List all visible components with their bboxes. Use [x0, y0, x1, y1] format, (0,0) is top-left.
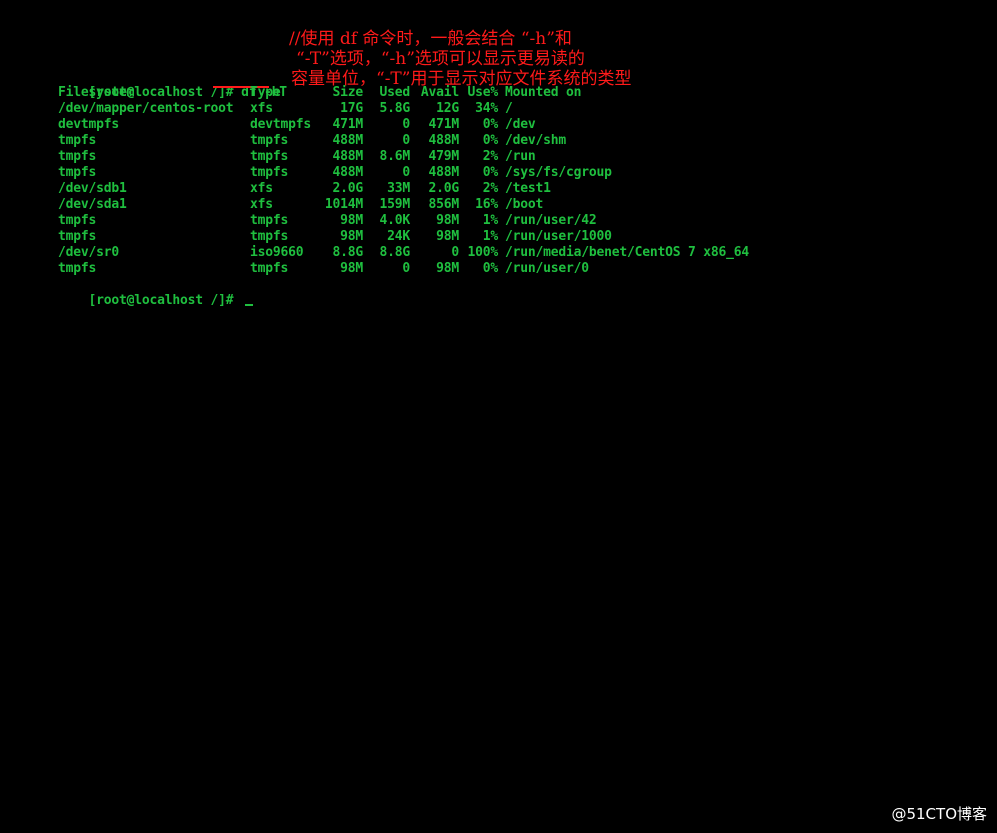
cell-used: 0	[402, 133, 410, 148]
cell-mounted-on: /test1	[505, 181, 551, 196]
cell-use-pct: 0%	[482, 133, 498, 148]
cell-size: 2.0G	[332, 181, 363, 196]
cell-mounted-on: /run/media/benet/CentOS 7 x86_64	[505, 245, 750, 260]
cell-used: 8.8G	[379, 245, 410, 260]
cell-used: 159M	[379, 197, 410, 212]
cell-size: 488M	[332, 133, 363, 148]
cell-mounted-on: /boot	[505, 197, 544, 212]
cell-used: 8.6M	[379, 149, 410, 164]
cell-use-pct: 0%	[482, 165, 498, 180]
cell-filesystem: tmpfs	[58, 261, 97, 276]
cell-use-pct: 34%	[475, 101, 498, 116]
cell-use-pct: 0%	[482, 261, 498, 276]
cell-avail: 479M	[428, 149, 459, 164]
cell-size: 98M	[340, 261, 363, 276]
cell-used: 33M	[387, 181, 410, 196]
cell-use-pct: 2%	[482, 181, 498, 196]
cell-avail: 471M	[428, 117, 459, 132]
cell-type: tmpfs	[250, 149, 289, 164]
annotation-line-2: “-T”选项，“-h”选项可以显示更易读的	[296, 49, 585, 69]
cell-used: 0	[402, 261, 410, 276]
cell-mounted-on: /dev	[505, 117, 536, 132]
cell-mounted-on: /run/user/0	[505, 261, 589, 276]
cell-filesystem: /dev/sdb1	[58, 181, 127, 196]
cell-avail: 2.0G	[428, 181, 459, 196]
cell-use-pct: 2%	[482, 149, 498, 164]
cell-type: tmpfs	[250, 133, 289, 148]
cell-mounted-on: /run	[505, 149, 536, 164]
shell-prompt-final: [root@localhost /]#	[88, 293, 242, 308]
annotation-line-1: //使用 df 命令时，一般会结合 “-h”和	[289, 29, 572, 49]
cell-type: xfs	[250, 101, 273, 116]
cell-mounted-on: /	[505, 101, 513, 116]
cell-used: 4.0K	[379, 213, 410, 228]
cell-filesystem: devtmpfs	[58, 117, 120, 132]
cell-filesystem: tmpfs	[58, 229, 97, 244]
final-prompt-line[interactable]: [root@localhost /]#	[58, 277, 254, 308]
cell-type: tmpfs	[250, 229, 289, 244]
cell-used: 24K	[387, 229, 410, 244]
cell-filesystem: /dev/mapper/centos-root	[58, 101, 234, 116]
cell-avail: 98M	[436, 261, 459, 276]
cell-type: xfs	[250, 181, 273, 196]
cell-size: 98M	[340, 213, 363, 228]
cell-used: 5.8G	[379, 101, 410, 116]
cell-size: 488M	[332, 149, 363, 164]
cell-filesystem: tmpfs	[58, 133, 97, 148]
cell-avail: 488M	[428, 133, 459, 148]
cell-use-pct: 100%	[467, 245, 498, 260]
header-type: Type	[250, 85, 281, 100]
cell-avail: 98M	[436, 213, 459, 228]
cell-avail: 856M	[428, 197, 459, 212]
cell-used: 0	[402, 165, 410, 180]
cell-filesystem: /dev/sda1	[58, 197, 127, 212]
cell-mounted-on: /run/user/1000	[505, 229, 612, 244]
cell-mounted-on: /sys/fs/cgroup	[505, 165, 612, 180]
cell-size: 17G	[340, 101, 363, 116]
cell-filesystem: tmpfs	[58, 165, 97, 180]
cell-avail: 98M	[436, 229, 459, 244]
cell-type: iso9660	[250, 245, 304, 260]
cell-use-pct: 1%	[482, 213, 498, 228]
cell-mounted-on: /run/user/42	[505, 213, 597, 228]
cell-filesystem: tmpfs	[58, 213, 97, 228]
cell-size: 471M	[332, 117, 363, 132]
text-cursor	[245, 304, 254, 306]
terminal-window[interactable]: [root@localhost /]# df -hT Filesystem Typ…	[0, 0, 997, 833]
cell-size: 98M	[340, 229, 363, 244]
cell-use-pct: 16%	[475, 197, 498, 212]
cell-mounted-on: /dev/shm	[505, 133, 567, 148]
cell-filesystem: tmpfs	[58, 149, 97, 164]
cell-avail: 12G	[436, 101, 459, 116]
annotation-line-3: 容量单位，“-T”用于显示对应文件系统的类型	[291, 69, 632, 89]
cell-use-pct: 1%	[482, 229, 498, 244]
cell-used: 0	[402, 117, 410, 132]
command-line: [root@localhost /]# df -hT	[58, 69, 288, 100]
cell-type: tmpfs	[250, 165, 289, 180]
cell-avail: 488M	[428, 165, 459, 180]
cell-type: tmpfs	[250, 261, 289, 276]
cell-type: tmpfs	[250, 213, 289, 228]
watermark: @51CTO博客	[891, 805, 987, 823]
cell-filesystem: /dev/sr0	[58, 245, 120, 260]
cell-type: devtmpfs	[250, 117, 312, 132]
header-filesystem: Filesystem	[58, 85, 135, 100]
cell-size: 488M	[332, 165, 363, 180]
cell-type: xfs	[250, 197, 273, 212]
cell-size: 8.8G	[332, 245, 363, 260]
cell-use-pct: 0%	[482, 117, 498, 132]
cell-avail: 0	[451, 245, 459, 260]
cell-size: 1014M	[324, 197, 363, 212]
